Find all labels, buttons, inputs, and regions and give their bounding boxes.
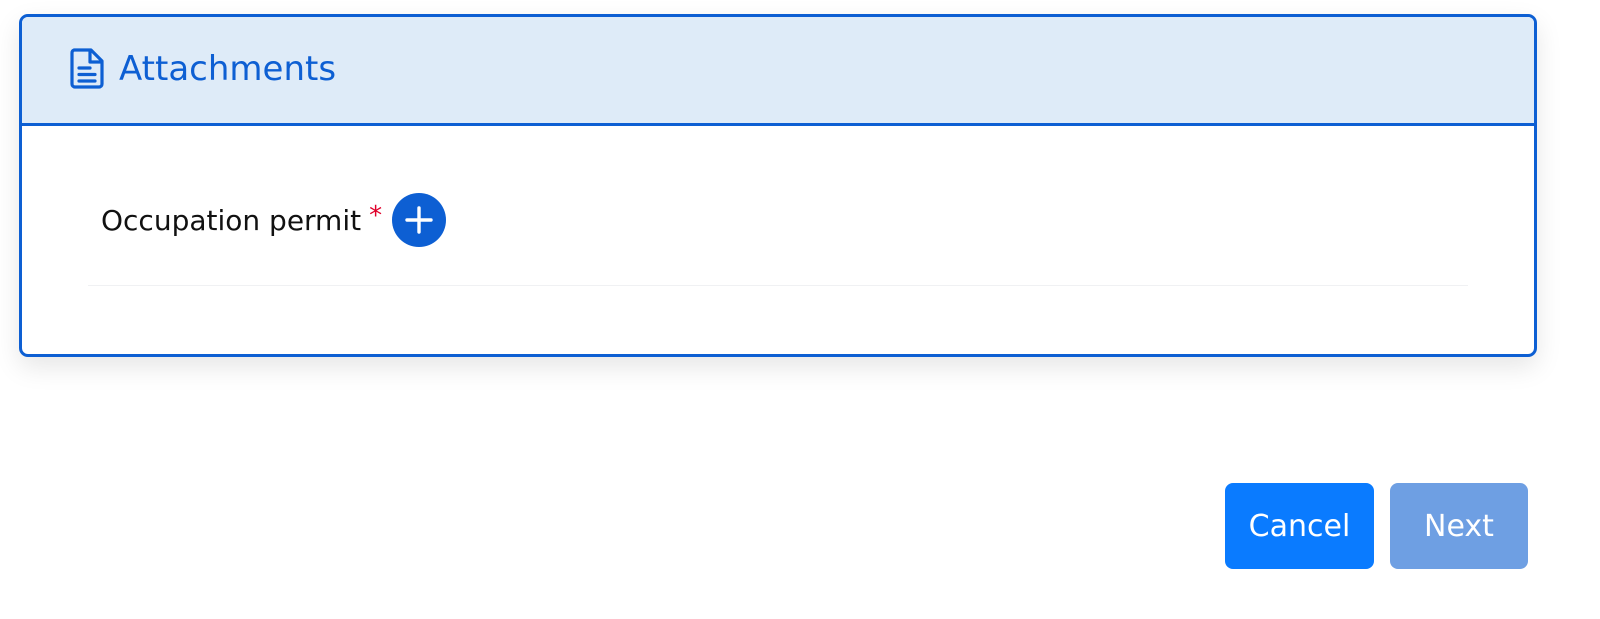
add-attachment-button[interactable]	[392, 193, 447, 247]
document-icon	[69, 47, 105, 89]
panel-header: Attachments	[22, 17, 1534, 126]
required-marker: *	[369, 201, 383, 231]
attachments-panel: Attachments Occupation permit *	[19, 14, 1537, 357]
field-label: Occupation permit	[101, 203, 362, 237]
panel-title: Attachments	[119, 49, 337, 89]
next-button[interactable]: Next	[1390, 483, 1528, 569]
field-divider	[88, 285, 1468, 286]
attachment-field-occupation-permit: Occupation permit *	[101, 192, 447, 248]
cancel-button[interactable]: Cancel	[1225, 483, 1374, 569]
plus-icon	[405, 206, 433, 234]
